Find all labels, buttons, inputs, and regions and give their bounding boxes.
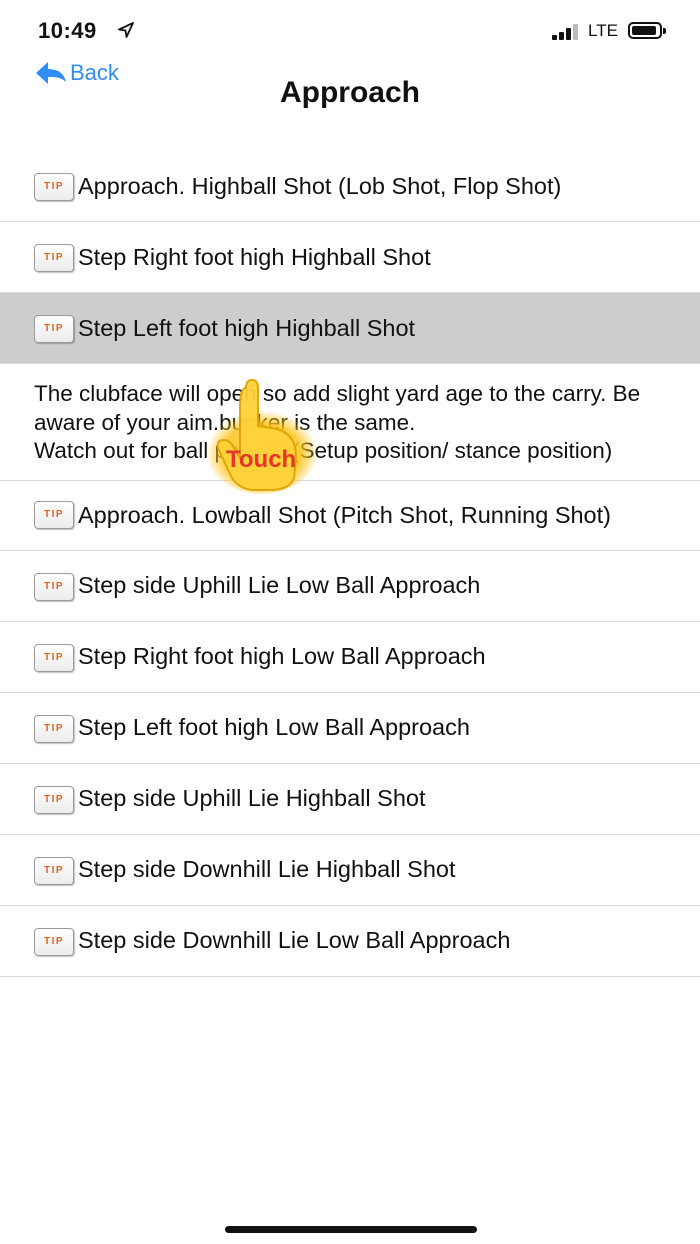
list-item[interactable]: TIP Step side Downhill Lie Low Ball Appr… bbox=[0, 906, 700, 977]
location-arrow-icon bbox=[118, 22, 134, 38]
list-item-label: Step side Downhill Lie Highball Shot bbox=[78, 856, 456, 882]
list-item[interactable]: TIP Step side Downhill Lie Highball Shot bbox=[0, 835, 700, 906]
tip-icon: TIP bbox=[34, 927, 74, 956]
tip-icon: TIP bbox=[34, 714, 74, 743]
cellular-signal-icon bbox=[552, 24, 580, 40]
list-item-label: Approach. Highball Shot (Lob Shot, Flop … bbox=[78, 173, 562, 199]
touch-indicator-label: Touch bbox=[226, 446, 297, 473]
status-time: 10:49 bbox=[38, 18, 97, 43]
tip-icon: TIP bbox=[34, 315, 74, 343]
network-type: LTE bbox=[588, 21, 618, 40]
list-item-label: Step Left foot high Highball Shot bbox=[78, 314, 416, 341]
tip-icon: TIP bbox=[34, 856, 74, 885]
expanded-detail-text: The clubface will open so add slight yar… bbox=[0, 364, 700, 481]
tip-icon: TIP bbox=[34, 643, 74, 672]
list-item[interactable]: TIP Step side Uphill Lie Low Ball Approa… bbox=[0, 551, 700, 622]
battery-icon bbox=[628, 22, 666, 39]
tips-list: TIP Approach. Highball Shot (Lob Shot, Fl… bbox=[0, 152, 700, 977]
home-indicator[interactable] bbox=[225, 1226, 477, 1233]
list-item-label: Step Right foot high Low Ball Approach bbox=[78, 643, 486, 669]
tip-icon: TIP bbox=[34, 244, 74, 272]
tip-icon: TIP bbox=[34, 501, 74, 530]
list-item[interactable]: TIP Approach. Lowball Shot (Pitch Shot, R… bbox=[0, 481, 700, 551]
list-item-selected[interactable]: TIP Step Left foot high Highball Shot bbox=[0, 293, 700, 364]
list-item-label: Step Left foot high Low Ball Approach bbox=[78, 714, 470, 740]
list-item[interactable]: TIP Step Right foot high Highball Shot bbox=[0, 222, 700, 293]
list-item[interactable]: TIP Step Right foot high Low Ball Approa… bbox=[0, 622, 700, 693]
list-item-label: Step Right foot high Highball Shot bbox=[78, 243, 431, 270]
tip-icon: TIP bbox=[34, 572, 74, 601]
list-item-label: Approach. Lowball Shot (Pitch Shot, Runn… bbox=[78, 501, 611, 528]
list-item[interactable]: TIP Step Left foot high Low Ball Approac… bbox=[0, 693, 700, 764]
list-item[interactable]: TIP Approach. Highball Shot (Lob Shot, Fl… bbox=[0, 152, 700, 222]
list-item-label: Step side Downhill Lie Low Ball Approach bbox=[78, 927, 511, 953]
tip-icon: TIP bbox=[34, 785, 74, 814]
list-item-label: Step side Uphill Lie Highball Shot bbox=[78, 785, 426, 811]
status-bar: 10:49 LTE bbox=[0, 0, 700, 60]
tip-icon: TIP bbox=[34, 172, 74, 201]
list-item[interactable]: TIP Step side Uphill Lie Highball Shot bbox=[0, 764, 700, 835]
list-item-label: Step side Uphill Lie Low Ball Approach bbox=[78, 572, 481, 598]
page-title: Approach bbox=[279, 76, 420, 109]
